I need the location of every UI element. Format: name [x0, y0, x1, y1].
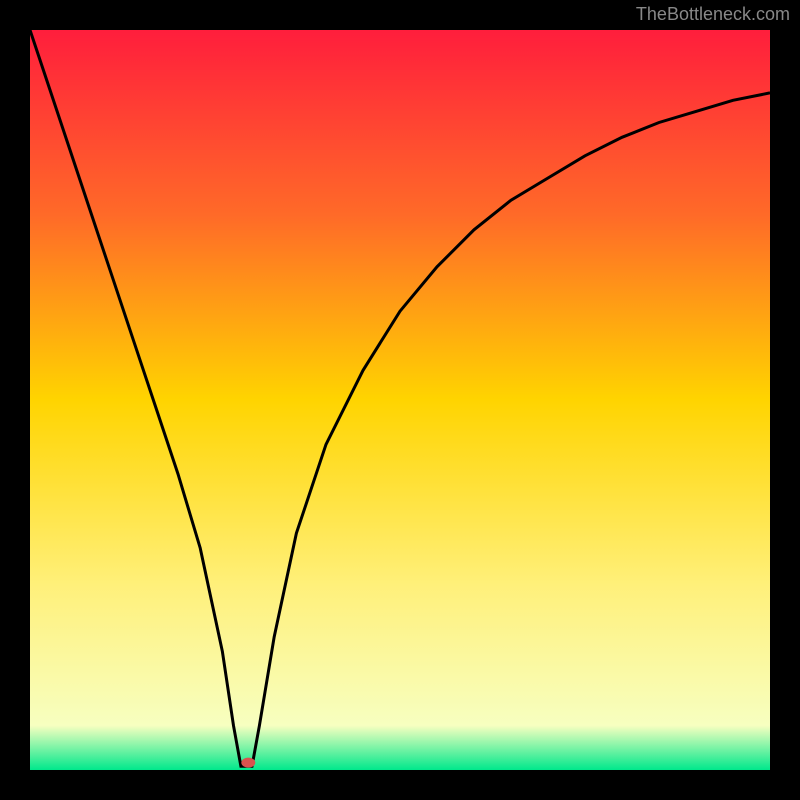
attribution-text: TheBottleneck.com [636, 4, 790, 25]
chart-frame [30, 30, 770, 770]
gradient-background [30, 30, 770, 770]
bottleneck-chart [30, 30, 770, 770]
optimal-point-marker [241, 758, 255, 768]
